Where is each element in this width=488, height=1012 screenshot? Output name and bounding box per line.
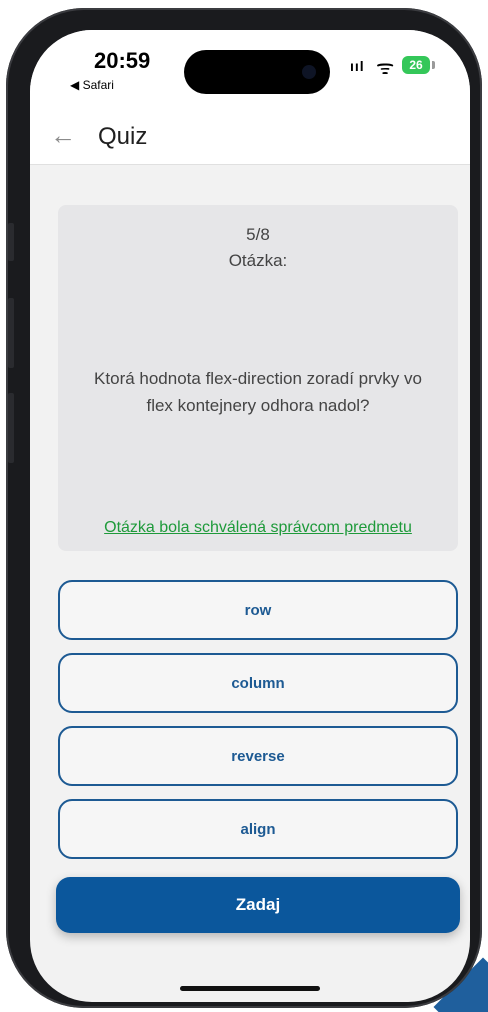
question-text: Ktorá hodnota flex-direction zoradí prvk… (94, 369, 422, 415)
answer-option-align[interactable]: align (58, 799, 458, 859)
approved-link[interactable]: Otázka bola schválená správcom predmetu (58, 519, 458, 537)
answer-option-reverse[interactable]: reverse (58, 726, 458, 786)
app-header: ← Quiz (30, 112, 470, 165)
phone-frame: 20:59 ◀ Safari ııl ᯤ 26 ← Quiz 5/8 Otázk… (6, 8, 482, 1008)
wifi-icon: ᯤ (376, 57, 395, 79)
page-title: Quiz (98, 123, 148, 150)
volume-up-button (8, 298, 14, 368)
answer-list: row column reverse align (58, 580, 458, 872)
camera-icon (302, 65, 316, 79)
question-label: Otázka: (228, 251, 288, 270)
home-indicator[interactable] (180, 986, 320, 991)
dynamic-island (184, 50, 330, 94)
battery-tip (432, 61, 435, 69)
back-arrow-icon[interactable]: ← (50, 120, 76, 151)
back-to-safari-link[interactable]: ◀ Safari (70, 78, 114, 92)
answer-option-column[interactable]: column (58, 653, 458, 713)
battery-level: 26 (409, 58, 423, 72)
mute-switch (8, 223, 14, 261)
submit-button[interactable]: Zadaj (56, 877, 460, 933)
question-progress: 5/8 (246, 225, 270, 244)
status-time: 20:59 (94, 48, 151, 73)
cellular-signal-icon: ııl (350, 58, 365, 74)
volume-down-button (8, 393, 14, 463)
answer-option-row[interactable]: row (58, 580, 458, 640)
stage: 20:59 ◀ Safari ııl ᯤ 26 ← Quiz 5/8 Otázk… (0, 0, 488, 1012)
status-bar: 20:59 ◀ Safari ııl ᯤ 26 (30, 30, 470, 112)
screen: 20:59 ◀ Safari ııl ᯤ 26 ← Quiz 5/8 Otázk… (30, 30, 470, 1002)
battery-icon: 26 (402, 56, 430, 74)
question-card: 5/8 Otázka: Ktorá hodnota flex-direction… (58, 205, 458, 551)
